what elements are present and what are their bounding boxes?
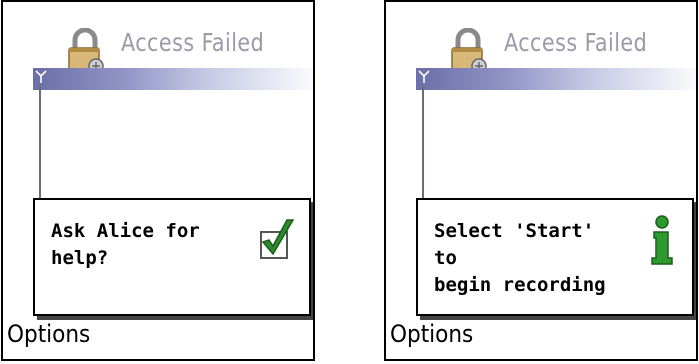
info-dialog[interactable]: Select 'Start' to begin recording <box>416 198 694 316</box>
page-title: Access Failed <box>121 28 265 57</box>
info-icon <box>651 215 673 265</box>
signal-strength-bar <box>39 86 41 198</box>
title-area: Access Failed <box>386 2 696 198</box>
page-title: Access Failed <box>504 28 648 57</box>
signal-icon <box>418 70 430 83</box>
phone-screen-left: Access Failed Ask Alice for help? Option… <box>1 0 315 361</box>
check-icon <box>260 219 295 259</box>
dialog-message: Ask Alice for help? <box>51 220 200 269</box>
title-bar <box>33 68 313 90</box>
query-dialog[interactable]: Ask Alice for help? <box>33 198 311 316</box>
dialog-message: Select 'Start' to begin recording <box>434 220 606 296</box>
options-softkey[interactable]: Options <box>390 320 473 348</box>
title-area: Access Failed <box>3 2 313 198</box>
options-softkey[interactable]: Options <box>7 320 90 348</box>
signal-icon <box>35 70 47 83</box>
phone-screen-right: Access Failed Select 'Start' to begin re… <box>384 0 698 361</box>
signal-strength-bar <box>422 86 424 198</box>
title-bar <box>416 68 696 90</box>
